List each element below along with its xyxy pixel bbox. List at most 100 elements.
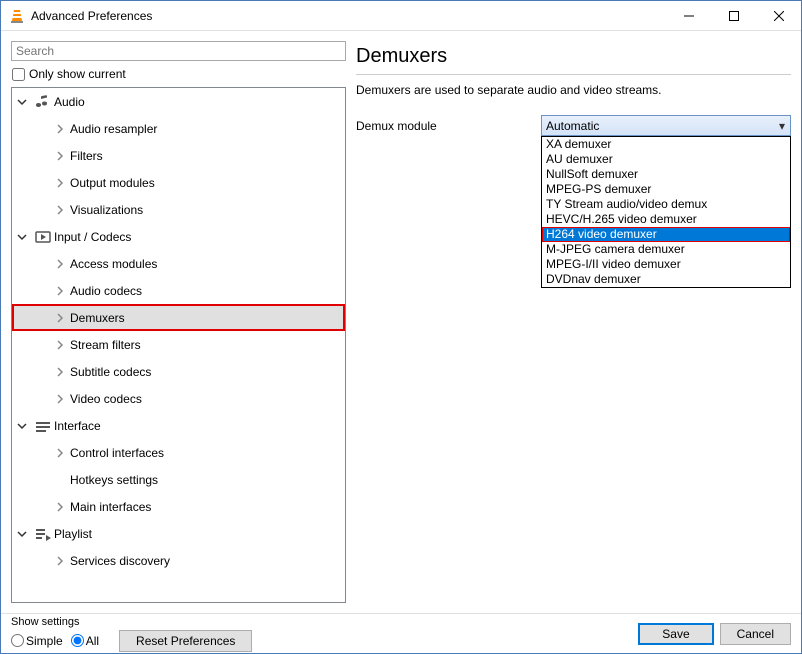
tree-item[interactable]: Video codecs — [12, 385, 345, 412]
search-input[interactable] — [11, 41, 346, 61]
minimize-button[interactable] — [666, 1, 711, 30]
right-pane: Demuxers Demuxers are used to separate a… — [356, 41, 791, 603]
tree-item[interactable]: Audio codecs — [12, 277, 345, 304]
preference-tree[interactable]: Audio Audio resampler Filters Output module… — [12, 88, 345, 602]
chevron-right-icon — [50, 178, 70, 188]
tree-item-label: Output modules — [70, 176, 155, 190]
chevron-right-icon — [50, 313, 70, 323]
tree-item-label: Video codecs — [70, 392, 142, 406]
radio-simple-input[interactable] — [11, 634, 24, 647]
tree-item[interactable]: Access modules — [12, 250, 345, 277]
radio-all[interactable]: All — [71, 634, 99, 648]
tree-item-label: Filters — [70, 149, 103, 163]
audio-icon — [32, 94, 54, 110]
tree-category-playlist[interactable]: Playlist — [12, 520, 345, 547]
only-show-current-label: Only show current — [29, 67, 126, 81]
dropdown-option[interactable]: AU demuxer — [542, 152, 790, 167]
show-settings: Show settings Simple All Reset Preferenc… — [11, 616, 252, 652]
tree-item[interactable]: Subtitle codecs — [12, 358, 345, 385]
interface-icon — [32, 418, 54, 434]
title-divider — [356, 74, 791, 75]
chevron-right-icon — [50, 556, 70, 566]
titlebar: Advanced Preferences — [1, 1, 801, 31]
chevron-right-icon — [50, 205, 70, 215]
demux-label: Demux module — [356, 119, 531, 133]
show-settings-radios: Simple All Reset Preferences — [11, 630, 252, 652]
tree-item-label: Stream filters — [70, 338, 141, 352]
chevron-right-icon — [50, 340, 70, 350]
close-button[interactable] — [756, 1, 801, 30]
tree-item[interactable]: Output modules — [12, 169, 345, 196]
save-button[interactable]: Save — [638, 623, 713, 645]
dropdown-option[interactable]: XA demuxer — [542, 137, 790, 152]
demux-dropdown-list[interactable]: XA demuxerAU demuxerNullSoft demuxerMPEG… — [542, 137, 790, 287]
dropdown-option[interactable]: HEVC/H.265 video demuxer — [542, 212, 790, 227]
chevron-right-icon — [50, 448, 70, 458]
dropdown-option[interactable]: TY Stream audio/video demux — [542, 197, 790, 212]
only-show-current[interactable]: Only show current — [11, 65, 346, 83]
maximize-button[interactable] — [711, 1, 756, 30]
tree-item[interactable]: Filters — [12, 142, 345, 169]
playlist-icon — [32, 526, 54, 542]
tree-item[interactable]: Audio resampler — [12, 115, 345, 142]
tree-item-label: Subtitle codecs — [70, 365, 151, 379]
vlc-icon — [9, 8, 25, 24]
tree-item-label: Services discovery — [70, 554, 170, 568]
dropdown-option[interactable]: M-JPEG camera demuxer — [542, 242, 790, 257]
show-settings-label: Show settings — [11, 616, 252, 628]
dropdown-option[interactable]: NullSoft demuxer — [542, 167, 790, 182]
tree-item[interactable]: Main interfaces — [12, 493, 345, 520]
content: Only show current Audio Audio resampler Fi… — [1, 31, 801, 613]
tree-category-audio[interactable]: Audio — [12, 88, 345, 115]
input-icon — [32, 229, 54, 245]
dropdown-option[interactable]: MPEG-PS demuxer — [542, 182, 790, 197]
reset-preferences-button[interactable]: Reset Preferences — [119, 630, 252, 652]
tree-item[interactable]: Demuxers — [12, 304, 345, 331]
tree-item[interactable]: Stream filters — [12, 331, 345, 358]
tree-category-label: Input / Codecs — [54, 230, 131, 244]
tree-item-label: Visualizations — [70, 203, 143, 217]
pane-description: Demuxers are used to separate audio and … — [356, 83, 791, 97]
bottom-bar: Show settings Simple All Reset Preferenc… — [1, 613, 801, 653]
demux-combo: Automatic ▾ XA demuxerAU demuxerNullSoft… — [541, 115, 791, 136]
tree-item[interactable]: Visualizations — [12, 196, 345, 223]
radio-simple[interactable]: Simple — [11, 634, 63, 648]
left-pane: Only show current Audio Audio resampler Fi… — [11, 41, 346, 603]
tree-category-input_codecs[interactable]: Input / Codecs — [12, 223, 345, 250]
tree-item-label: Hotkeys settings — [70, 473, 158, 487]
chevron-right-icon — [50, 394, 70, 404]
chevron-right-icon — [50, 151, 70, 161]
demux-value: Automatic — [546, 119, 599, 133]
chevron-right-icon — [50, 502, 70, 512]
only-show-current-checkbox[interactable] — [12, 68, 25, 81]
dropdown-option[interactable]: H264 video demuxer — [542, 227, 790, 242]
cancel-button[interactable]: Cancel — [720, 623, 791, 645]
tree-category-label: Audio — [54, 95, 85, 109]
dropdown-option[interactable]: MPEG-I/II video demuxer — [542, 257, 790, 272]
window-title: Advanced Preferences — [31, 9, 666, 23]
tree-item[interactable]: Services discovery — [12, 547, 345, 574]
tree-category-label: Interface — [54, 419, 101, 433]
chevron-right-icon — [50, 124, 70, 134]
tree-item-label: Main interfaces — [70, 500, 151, 514]
chevron-right-icon — [50, 259, 70, 269]
chevron-down-icon — [12, 232, 32, 242]
chevron-right-icon — [50, 286, 70, 296]
chevron-down-icon — [12, 529, 32, 539]
tree-category-interface[interactable]: Interface — [12, 412, 345, 439]
chevron-right-icon — [50, 367, 70, 377]
demux-dropdown: XA demuxerAU demuxerNullSoft demuxerMPEG… — [541, 136, 791, 288]
tree-item-label: Control interfaces — [70, 446, 164, 460]
tree-item-label: Demuxers — [70, 311, 125, 325]
tree-category-label: Playlist — [54, 527, 92, 541]
chevron-down-icon — [12, 97, 32, 107]
tree-item[interactable]: Control interfaces — [12, 439, 345, 466]
dropdown-option[interactable]: DVDnav demuxer — [542, 272, 790, 287]
tree-item-label: Audio resampler — [70, 122, 157, 136]
demux-combobox[interactable]: Automatic ▾ — [541, 115, 791, 136]
chevron-down-icon: ▾ — [774, 119, 790, 133]
tree-item-label: Audio codecs — [70, 284, 142, 298]
tree-item[interactable]: Hotkeys settings — [12, 466, 345, 493]
window-controls — [666, 1, 801, 30]
radio-all-input[interactable] — [71, 634, 84, 647]
